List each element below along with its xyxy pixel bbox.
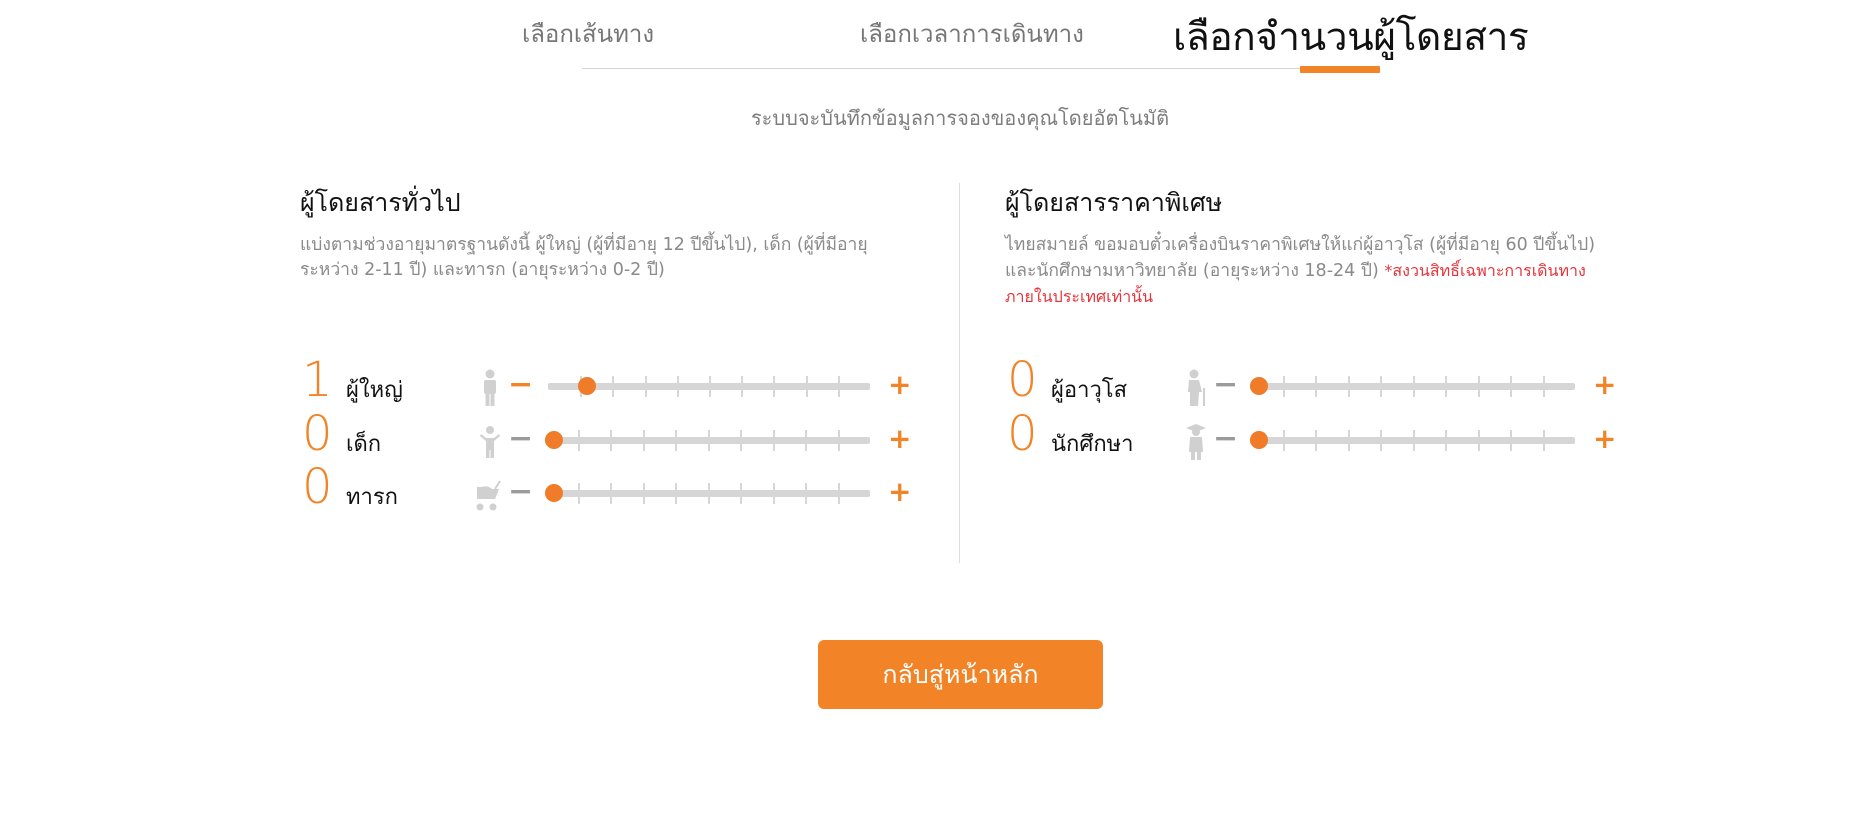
student-slider-handle[interactable]	[1250, 431, 1268, 449]
senior-icon	[1180, 368, 1210, 408]
passenger-row-student: 0 นักศึกษา − +	[1007, 408, 1627, 466]
slider-tick	[837, 483, 840, 504]
slider-tick	[709, 376, 711, 397]
adult-label: ผู้ใหญ่	[346, 378, 403, 403]
stroller-icon	[472, 475, 502, 515]
slider-tick	[644, 376, 647, 397]
slider-tick	[610, 430, 612, 451]
slider-tick	[1477, 430, 1480, 451]
passenger-row-adult: 1 ผู้ใหญ่ − +	[302, 354, 922, 412]
slider-tick	[676, 376, 679, 397]
slider-tick	[1445, 376, 1447, 397]
page-subtitle: ระบบจะบันทึกข้อมูลการจองของคุณโดยอัตโนมั…	[750, 106, 1170, 130]
tab-select-passengers[interactable]: เลือกจำนวนผู้โดยสาร	[1173, 6, 1529, 68]
slider-tick	[741, 376, 744, 397]
slider-tick	[740, 430, 742, 451]
slider-tick	[675, 483, 677, 504]
slider-tick	[805, 483, 807, 504]
slider-tick	[772, 483, 775, 504]
adult-slider-track[interactable]	[548, 376, 870, 397]
slider-tick	[1282, 376, 1285, 397]
senior-decrease-button[interactable]: −	[1213, 370, 1238, 400]
passenger-row-senior: 0 ผู้อาวุโส − +	[1007, 354, 1627, 412]
slider-tick	[707, 430, 710, 451]
slider-tick	[1282, 430, 1285, 451]
slider-tick	[707, 483, 710, 504]
student-decrease-button[interactable]: −	[1213, 424, 1238, 454]
senior-count: 0	[1007, 352, 1038, 408]
child-increase-button[interactable]: +	[888, 424, 911, 454]
general-section-description: แบ่งตามช่วงอายุมาตรฐานดังนี้ ผู้ใหญ่ (ผู…	[300, 235, 868, 280]
infant-slider-handle[interactable]	[545, 484, 563, 502]
child-decrease-button[interactable]: −	[508, 424, 533, 454]
slider-tick	[1445, 430, 1447, 451]
child-slider-handle[interactable]	[545, 431, 563, 449]
adult-increase-button[interactable]: +	[888, 370, 911, 400]
slider-tick	[805, 376, 808, 397]
slider-tick	[740, 483, 742, 504]
slider-tick	[675, 430, 677, 451]
slider-tick	[577, 430, 580, 451]
student-slider-track[interactable]	[1250, 430, 1575, 451]
slider-tick	[577, 483, 580, 504]
slider-tick	[1315, 430, 1317, 451]
adult-icon	[475, 368, 505, 408]
tab-select-time[interactable]: เลือกเวลาการเดินทาง	[860, 14, 1084, 53]
student-increase-button[interactable]: +	[1593, 424, 1616, 454]
child-icon	[475, 422, 505, 462]
adult-count: 1	[302, 352, 333, 408]
slider-tick	[1542, 376, 1545, 397]
slider-tick	[1315, 376, 1317, 397]
back-to-home-button[interactable]: กลับสู่หน้าหลัก	[818, 640, 1103, 709]
adult-slider-handle[interactable]	[578, 377, 597, 395]
active-tab-indicator	[1300, 66, 1380, 73]
slider-tick	[612, 376, 615, 397]
slider-tick	[1510, 376, 1512, 397]
column-divider	[959, 183, 960, 563]
infant-increase-button[interactable]: +	[888, 477, 911, 507]
slider-tick	[1380, 430, 1382, 451]
graduate-icon	[1180, 422, 1210, 462]
slider-tick	[772, 430, 775, 451]
senior-slider-track[interactable]	[1250, 376, 1575, 397]
passenger-row-infant: 0 ทารก − +	[302, 461, 922, 519]
slider-tick	[1412, 376, 1415, 397]
slider-tick	[805, 430, 807, 451]
slider-tick	[1477, 376, 1480, 397]
general-section-title: ผู้โดยสารทั่วไป	[300, 188, 461, 217]
adult-decrease-button[interactable]: −	[508, 370, 533, 400]
slider-tick	[610, 483, 612, 504]
slider-tick	[642, 430, 645, 451]
slider-tick	[1412, 430, 1415, 451]
child-slider-track[interactable]	[545, 430, 870, 451]
slider-tick	[837, 430, 840, 451]
slider-tick	[1347, 430, 1350, 451]
tab-select-route[interactable]: เลือกเส้นทาง	[522, 14, 654, 53]
slider-tick	[1542, 430, 1545, 451]
passenger-row-child: 0 เด็ก − +	[302, 408, 922, 466]
slider-tick	[837, 376, 840, 397]
child-label: เด็ก	[346, 432, 382, 457]
slider-tick	[1347, 376, 1350, 397]
senior-slider-handle[interactable]	[1250, 377, 1268, 395]
senior-label: ผู้อาวุโส	[1051, 378, 1128, 403]
senior-increase-button[interactable]: +	[1593, 370, 1616, 400]
tabs-divider-line	[582, 68, 1380, 69]
infant-label: ทารก	[346, 485, 398, 510]
special-section-description: ไทยสมายล์ ขอมอบตั๋วเครื่องบินราคาพิเศษให…	[1005, 233, 1625, 310]
slider-tick	[1380, 376, 1382, 397]
slider-tick	[642, 483, 645, 504]
slider-tick	[1510, 430, 1512, 451]
student-label: นักศึกษา	[1051, 432, 1134, 457]
special-section-title: ผู้โดยสารราคาพิเศษ	[1005, 188, 1223, 217]
infant-slider-track[interactable]	[545, 483, 870, 504]
slider-tick	[773, 376, 776, 397]
child-count: 0	[302, 406, 333, 462]
infant-count: 0	[302, 459, 333, 515]
infant-decrease-button[interactable]: −	[508, 477, 533, 507]
student-count: 0	[1007, 406, 1038, 462]
